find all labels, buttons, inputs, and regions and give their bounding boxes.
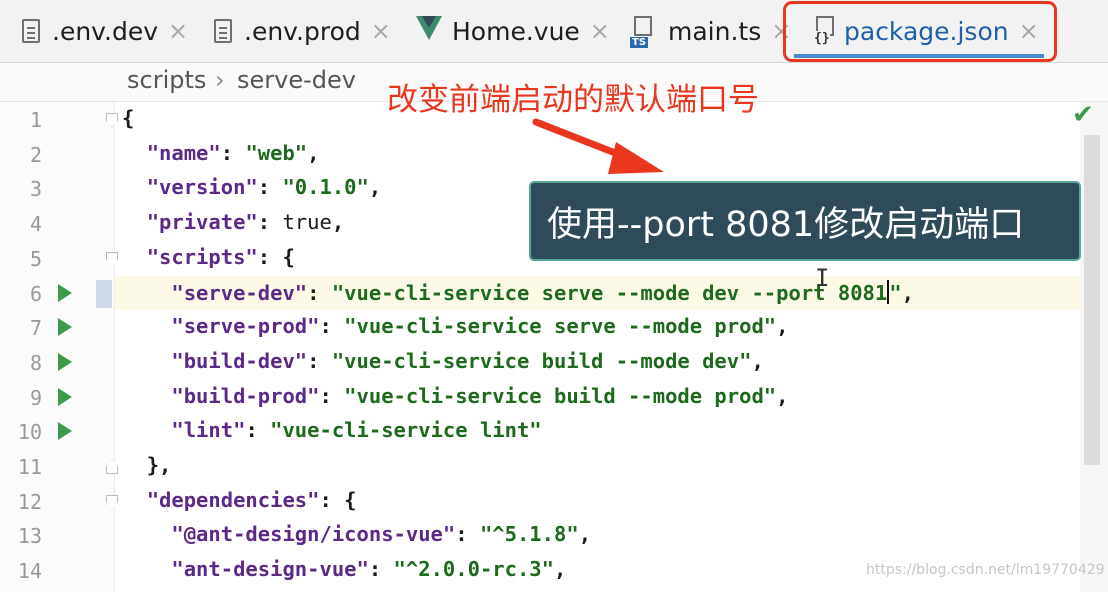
code-line[interactable]: 13 "@ant-design/icons-vue": "^5.1.8", — [0, 520, 1108, 554]
line-number: 13 — [17, 524, 42, 549]
line-number: 2 — [29, 142, 42, 167]
code-text[interactable]: "@ant-design/icons-vue": "^5.1.8", — [122, 522, 591, 546]
fold-marker-icon[interactable] — [106, 494, 118, 509]
close-icon[interactable]: × — [168, 17, 188, 45]
watermark: https://blog.csdn.net/lm19770429 — [866, 562, 1105, 578]
line-number: 4 — [29, 212, 42, 237]
code-text[interactable]: { — [122, 106, 134, 130]
vue-file-icon — [416, 16, 442, 46]
line-number: 8 — [29, 350, 42, 375]
run-script-icon[interactable] — [58, 283, 72, 302]
run-script-icon[interactable] — [58, 352, 72, 371]
code-text[interactable]: "scripts": { — [122, 245, 295, 269]
text-caret — [887, 279, 890, 304]
breadcrumb-item-scripts[interactable]: scripts — [127, 66, 206, 94]
code-text[interactable]: }, — [122, 453, 172, 477]
code-line[interactable]: 12 "dependencies": { — [0, 486, 1108, 520]
code-line[interactable]: 7 "serve-prod": "vue-cli-service serve -… — [0, 312, 1108, 346]
tab-env-dev[interactable]: .env.dev × — [22, 0, 188, 62]
line-number: 7 — [29, 316, 42, 341]
line-number: 11 — [17, 455, 42, 479]
tab-home-vue[interactable]: Home.vue × — [416, 0, 610, 62]
line-number: 1 — [29, 108, 42, 132]
tab-label: Home.vue — [452, 16, 580, 46]
close-icon[interactable]: × — [590, 17, 610, 45]
tab-label: .env.prod — [244, 16, 361, 46]
tab-label: main.ts — [668, 16, 762, 46]
annotation-tooltip: 使用--port 8081修改启动端口 — [529, 181, 1081, 261]
line-number: 9 — [29, 385, 42, 410]
code-line[interactable]: 10 "lint": "vue-cli-service lint" — [0, 416, 1108, 450]
run-script-icon[interactable] — [58, 422, 72, 441]
annotation-highlight-box — [783, 1, 1057, 62]
code-line[interactable]: 6 "serve-dev": "vue-cli-service serve --… — [0, 278, 1108, 312]
code-text[interactable]: "serve-dev": "vue-cli-service serve --mo… — [122, 279, 914, 305]
code-text[interactable]: "dependencies": { — [122, 488, 357, 512]
scrollbar-thumb[interactable] — [1084, 135, 1100, 465]
line-number: 12 — [17, 489, 42, 514]
code-text[interactable]: "name": "web", — [122, 141, 320, 165]
code-text[interactable]: "ant-design-vue": "^2.0.0-rc.3", — [122, 557, 566, 581]
code-line[interactable]: 9 "build-prod": "vue-cli-service build -… — [0, 382, 1108, 416]
code-text[interactable]: "version": "0.1.0", — [122, 175, 382, 199]
code-text[interactable]: "serve-prod": "vue-cli-service serve --m… — [122, 314, 788, 338]
ts-badge: TS — [630, 37, 649, 48]
code-text[interactable]: "build-prod": "vue-cli-service build --m… — [122, 384, 788, 408]
run-script-icon[interactable] — [58, 387, 72, 406]
code-text[interactable]: "build-dev": "vue-cli-service build --mo… — [122, 349, 763, 373]
line-number: 14 — [17, 559, 42, 584]
code-line[interactable]: 11 }, — [0, 451, 1108, 485]
annotation-arrow-icon — [532, 118, 664, 174]
code-line[interactable]: 8 "build-dev": "vue-cli-service build --… — [0, 347, 1108, 381]
typescript-file-icon: TS — [630, 16, 660, 48]
breadcrumb-item-serve-dev[interactable]: serve-dev — [237, 66, 356, 94]
close-icon[interactable]: × — [371, 17, 391, 45]
breadcrumb-separator: › — [215, 66, 225, 94]
line-number: 10 — [17, 420, 42, 445]
text-file-icon — [214, 19, 232, 43]
tab-env-prod[interactable]: .env.prod × — [214, 0, 391, 62]
code-text[interactable]: "lint": "vue-cli-service lint" — [122, 418, 541, 442]
fold-marker-icon[interactable] — [106, 251, 118, 266]
line-number: 3 — [29, 177, 42, 202]
tab-label: .env.dev — [52, 16, 159, 46]
editor-tab-bar: .env.dev × .env.prod × Home.vue × TS mai… — [0, 0, 1108, 63]
fold-marker-icon[interactable] — [106, 113, 118, 127]
line-number: 5 — [29, 246, 42, 271]
text-cursor-icon: I — [815, 264, 830, 292]
fold-marker-icon[interactable] — [106, 460, 118, 474]
check-icon: ✔ — [1072, 100, 1094, 130]
code-text[interactable]: "private": true, — [122, 210, 345, 234]
tab-main-ts[interactable]: TS main.ts × — [630, 0, 791, 62]
text-file-icon — [22, 19, 40, 43]
run-script-icon[interactable] — [58, 318, 72, 337]
line-number: 6 — [29, 281, 42, 306]
